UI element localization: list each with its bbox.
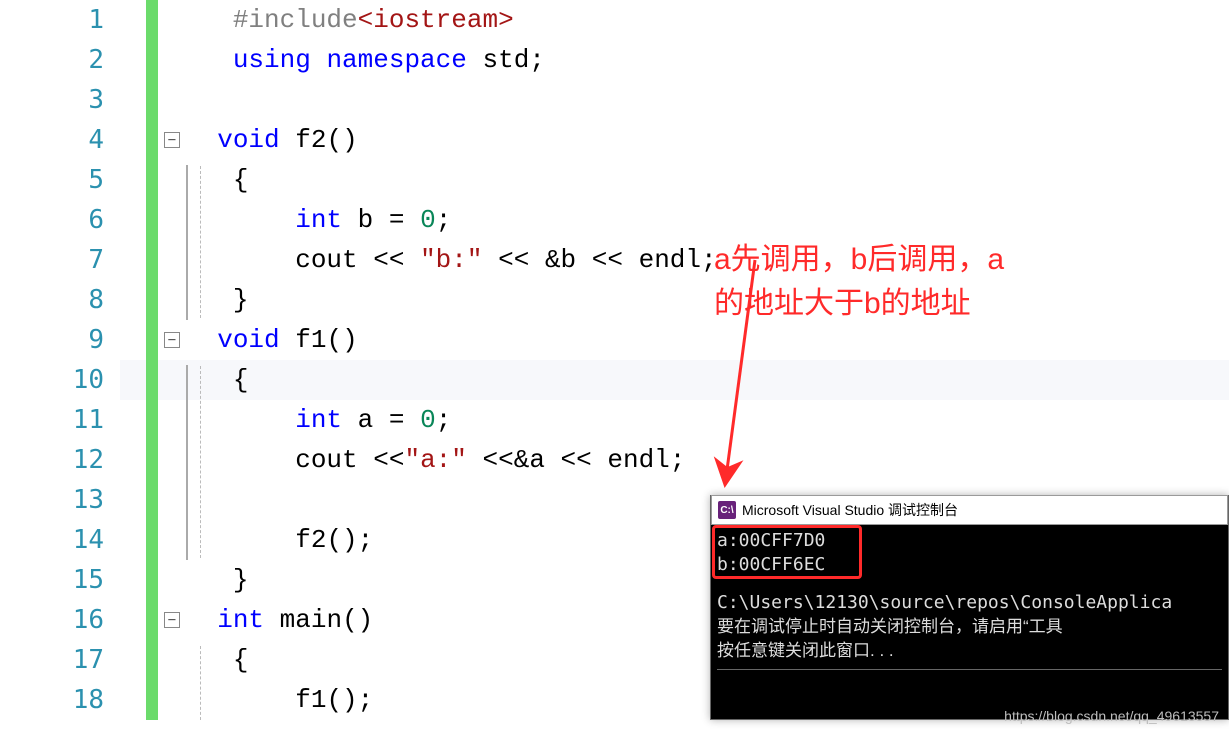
indent-guide [200,646,201,720]
code-line[interactable] [186,80,233,120]
code-line[interactable]: { [186,360,248,400]
console-output-line: C:\Users\12130\source\repos\ConsoleAppli… [717,591,1222,615]
code-line[interactable]: f1(); [186,680,373,720]
current-line-highlight [0,360,1229,400]
code-line[interactable]: void f2() [186,120,358,160]
line-number: 16 [0,600,120,640]
code-line[interactable]: } [186,560,248,600]
fold-toggle-icon[interactable]: − [164,132,180,148]
annotation-line: 的地址大于b的地址 [714,282,1004,326]
line-number: 1 [0,0,120,40]
line-number: 9 [0,320,120,360]
bracket-match-guide [186,365,188,560]
code-line[interactable]: { [186,160,248,200]
line-number: 14 [0,520,120,560]
fold-toggle-icon[interactable]: − [164,612,180,628]
fold-toggle-icon[interactable]: − [164,332,180,348]
code-line[interactable]: { [186,640,248,680]
indent-guide [200,166,201,318]
line-number: 15 [0,560,120,600]
code-line[interactable]: } [186,280,248,320]
line-number: 7 [0,240,120,280]
console-output-line: 按任意键关闭此窗口. . . [717,639,1222,663]
vs-console-icon: C:\ [718,501,736,519]
line-number: 5 [0,160,120,200]
line-number: 17 [0,640,120,680]
debug-console-window[interactable]: C:\ Microsoft Visual Studio 调试控制台 a:00CF… [710,495,1229,720]
console-titlebar[interactable]: C:\ Microsoft Visual Studio 调试控制台 [711,495,1228,525]
code-line[interactable] [186,480,295,520]
change-indicator-bar [146,0,158,720]
console-output-line: 要在调试停止时自动关闭控制台，请启用“工具 [717,615,1222,639]
code-line[interactable]: void f1() [186,320,358,360]
indent-guide [200,366,201,558]
line-number: 4 [0,120,120,160]
code-line[interactable]: int b = 0; [186,200,451,240]
code-editor: 123456789101112131415161718 #include<ios… [0,0,1229,730]
code-line[interactable]: cout <<"a:" <<&a << endl; [186,440,685,480]
annotation-text: a先调用，b后调用，a 的地址大于b的地址 [714,238,1004,326]
bracket-match-guide [186,165,188,320]
code-line[interactable]: using namespace std; [186,40,545,80]
code-line[interactable]: cout << "b:" << &b << endl; [186,240,717,280]
code-line[interactable]: f2(); [186,520,373,560]
code-line[interactable]: int main() [186,600,373,640]
line-number-gutter: 123456789101112131415161718 [0,0,120,730]
line-number: 13 [0,480,120,520]
line-number: 10 [0,360,120,400]
annotation-line: a先调用，b后调用，a [714,238,1004,282]
console-output-line: a:00CFF7D0 [717,529,1222,553]
line-number: 8 [0,280,120,320]
console-separator [717,669,1222,670]
console-body[interactable]: a:00CFF7D0 b:00CFF6EC C:\Users\12130\sou… [711,525,1228,678]
line-number: 2 [0,40,120,80]
line-number: 11 [0,400,120,440]
line-number: 6 [0,200,120,240]
console-title: Microsoft Visual Studio 调试控制台 [742,500,958,520]
line-number: 3 [0,80,120,120]
line-number: 18 [0,680,120,720]
code-line[interactable]: #include<iostream> [186,0,514,40]
line-number: 12 [0,440,120,480]
code-line[interactable]: int a = 0; [186,400,451,440]
console-output-line: b:00CFF6EC [717,553,1222,577]
